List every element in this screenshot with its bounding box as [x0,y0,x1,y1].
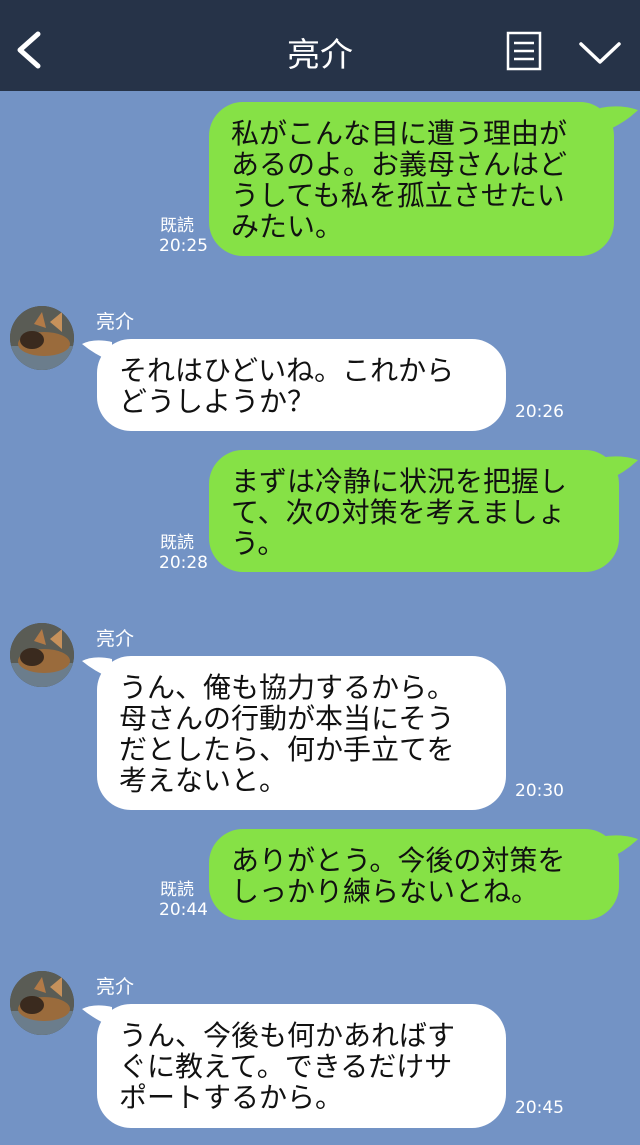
sender-name: 亮介 [96,976,135,998]
message-line: ポートするから。 [119,1081,344,1114]
message-line: うん、俺も協力するから。 [119,671,456,704]
message-line: ありがとう。今後の対策を [231,844,566,877]
chat-title: 亮介 [287,35,353,74]
message-line: しっかり練らないとね。 [231,875,540,908]
message-time: 20:30 [515,781,564,801]
message-time: 20:26 [515,402,564,422]
read-receipt: 既読 [160,880,194,900]
dog-avatar-image [10,623,74,687]
my-message-bubble[interactable]: 私がこんな目に遭う理由が あるのよ。お義母さんはど うしても私を孤立させたい み… [209,102,614,256]
message-time: 20:44 [159,900,208,920]
dog-avatar-image [10,306,74,370]
chat-header: 亮介 [0,0,640,91]
bubble-tail [600,456,638,480]
notes-icon [506,31,542,71]
contact-message-bubble[interactable]: うん、今後も何かあればす ぐに教えて。できるだけサ ポートするから。 [97,1004,506,1128]
bubble-tail [600,106,638,130]
sender-name: 亮介 [96,628,135,650]
chevron-down-icon [579,42,621,64]
avatar[interactable] [10,971,74,1035]
message-line: みたい。 [231,210,344,243]
message-line: 考えないと。 [119,764,288,797]
my-message-bubble[interactable]: まずは冷静に状況を把握し て、次の対策を考えましょ う。 [209,450,619,572]
message-time: 20:25 [159,236,208,256]
message-line: まずは冷静に状況を把握し [231,465,568,498]
dog-avatar-image [10,971,74,1035]
message-line: 母さんの行動が本当にそう [119,702,455,735]
message-line: て、次の対策を考えましょ [231,496,566,529]
message-time: 20:45 [515,1098,564,1118]
avatar[interactable] [10,306,74,370]
avatar[interactable] [10,623,74,687]
message-line: うしても私を孤立させたい [231,179,565,212]
message-line: うん、今後も何かあればす [119,1019,456,1052]
message-line: あるのよ。お義母さんはど [231,148,568,181]
message-line: 私がこんな目に遭う理由が [231,117,568,150]
notes-button[interactable] [506,31,542,71]
message-line: だとしたら、何か手立てを [119,733,455,766]
message-line: ぐに教えて。できるだけサ [119,1050,453,1083]
my-message-bubble[interactable]: ありがとう。今後の対策を しっかり練らないとね。 [209,829,619,920]
contact-message-bubble[interactable]: うん、俺も協力するから。 母さんの行動が本当にそう だとしたら、何か手立てを 考… [97,656,506,810]
bubble-tail [600,835,638,859]
contact-message-bubble[interactable]: それはひどいね。これから どうしようか？ [97,339,506,431]
message-line: どうしようか？ [119,385,316,418]
message-time: 20:28 [159,553,208,573]
message-line: う。 [231,527,286,560]
message-line: それはひどいね。これから [119,354,455,387]
sender-name: 亮介 [96,311,135,333]
read-receipt: 既読 [160,533,194,553]
menu-button[interactable] [578,38,622,68]
read-receipt: 既読 [160,216,194,236]
